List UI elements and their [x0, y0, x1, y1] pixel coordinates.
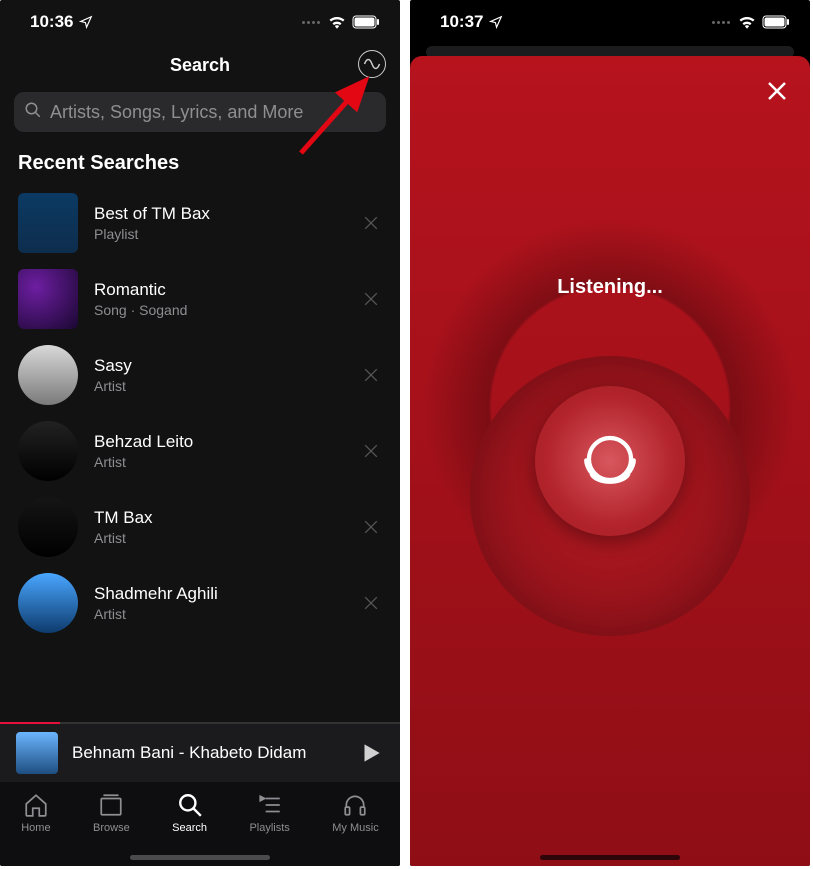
list-item-texts: TM Bax Artist: [94, 508, 344, 546]
status-left: 10:37: [440, 12, 503, 32]
list-item-thumb: [18, 193, 78, 253]
list-item-texts: Romantic Song · Sogand: [94, 280, 344, 318]
tab-label: Search: [172, 822, 207, 834]
phone-search: 10:36 Search Recent Search: [0, 0, 400, 866]
location-icon: [489, 15, 503, 29]
list-item-thumb: [18, 421, 78, 481]
list-item-thumb: [18, 497, 78, 557]
list-item-subtitle: Artist: [94, 530, 344, 546]
phone-listening: 10:37 Listening...: [410, 0, 810, 866]
tab-label: Playlists: [249, 822, 289, 834]
app-logo-icon: [575, 424, 645, 499]
list-item-thumb: [18, 269, 78, 329]
list-item[interactable]: TM Bax Artist: [18, 489, 382, 565]
tab-label: Browse: [93, 822, 130, 834]
remove-button[interactable]: [360, 364, 382, 386]
wifi-icon: [328, 15, 346, 29]
list-item-thumb: [18, 573, 78, 633]
remove-button[interactable]: [360, 592, 382, 614]
list-item-texts: Best of TM Bax Playlist: [94, 204, 344, 242]
status-bar: 10:36: [0, 0, 400, 44]
now-playing-thumb[interactable]: [16, 732, 58, 774]
list-item-texts: Shadmehr Aghili Artist: [94, 584, 344, 622]
tab-home[interactable]: Home: [21, 792, 50, 834]
list-item[interactable]: Sasy Artist: [18, 337, 382, 413]
status-time: 10:37: [440, 12, 483, 32]
list-item-thumb: [18, 345, 78, 405]
search-icon: [24, 101, 42, 124]
tab-playlists[interactable]: Playlists: [249, 792, 289, 834]
status-right: [302, 15, 380, 29]
home-indicator[interactable]: [540, 855, 680, 860]
list-item[interactable]: Best of TM Bax Playlist: [18, 185, 382, 261]
list-item-title: Best of TM Bax: [94, 204, 344, 224]
headphones-icon: [342, 792, 368, 818]
remove-button[interactable]: [360, 440, 382, 462]
battery-icon: [762, 15, 790, 29]
recent-list: Best of TM Bax Playlist Romantic Song · Sog…: [0, 185, 400, 641]
tab-label: My Music: [332, 822, 378, 834]
cellular-dots-icon: [712, 21, 730, 24]
list-item-title: TM Bax: [94, 508, 344, 528]
playback-progress[interactable]: [0, 722, 400, 724]
search-input[interactable]: [50, 102, 376, 123]
listening-sheet: Listening...: [410, 56, 810, 866]
page-title: Search: [170, 55, 230, 76]
list-item-title: Shadmehr Aghili: [94, 584, 344, 604]
tab-search[interactable]: Search: [172, 792, 207, 834]
play-button[interactable]: [358, 740, 384, 766]
playlists-icon: [257, 792, 283, 818]
status-right: [712, 15, 790, 29]
list-item-subtitle: Artist: [94, 606, 344, 622]
status-left: 10:36: [30, 12, 93, 32]
home-indicator[interactable]: [130, 855, 270, 860]
now-playing-title: Behnam Bani - Khabeto Didam: [72, 743, 344, 763]
list-item-subtitle: Artist: [94, 378, 344, 394]
search-input-wrap[interactable]: [14, 92, 386, 132]
list-item-title: Behzad Leito: [94, 432, 344, 452]
status-bar: 10:37: [410, 0, 810, 44]
location-icon: [79, 15, 93, 29]
page-title-row: Search: [0, 44, 400, 86]
status-time: 10:36: [30, 12, 73, 32]
section-title: Recent Searches: [0, 152, 400, 185]
now-playing-bar[interactable]: Behnam Bani - Khabeto Didam: [0, 724, 400, 782]
battery-icon: [352, 15, 380, 29]
list-item[interactable]: Shadmehr Aghili Artist: [18, 565, 382, 641]
remove-button[interactable]: [360, 516, 382, 538]
tab-label: Home: [21, 822, 50, 834]
close-button[interactable]: [762, 76, 792, 106]
listening-core-button[interactable]: [535, 386, 685, 536]
list-item-subtitle: Artist: [94, 454, 344, 470]
remove-button[interactable]: [360, 288, 382, 310]
list-item-title: Sasy: [94, 356, 344, 376]
tab-my-music[interactable]: My Music: [332, 792, 378, 834]
cellular-dots-icon: [302, 21, 320, 24]
list-item[interactable]: Behzad Leito Artist: [18, 413, 382, 489]
list-item-texts: Behzad Leito Artist: [94, 432, 344, 470]
list-item-title: Romantic: [94, 280, 344, 300]
list-item-texts: Sasy Artist: [94, 356, 344, 394]
browse-icon: [98, 792, 124, 818]
search-icon: [177, 792, 203, 818]
list-item[interactable]: Romantic Song · Sogand: [18, 261, 382, 337]
tab-bar: Home Browse Search Playlists My Music: [0, 782, 400, 866]
listening-label: Listening...: [410, 276, 810, 299]
tab-browse[interactable]: Browse: [93, 792, 130, 834]
list-item-subtitle: Song · Sogand: [94, 302, 344, 318]
list-item-subtitle: Playlist: [94, 226, 344, 242]
wifi-icon: [738, 15, 756, 29]
home-icon: [23, 792, 49, 818]
remove-button[interactable]: [360, 212, 382, 234]
audio-recognize-button[interactable]: [358, 50, 386, 78]
